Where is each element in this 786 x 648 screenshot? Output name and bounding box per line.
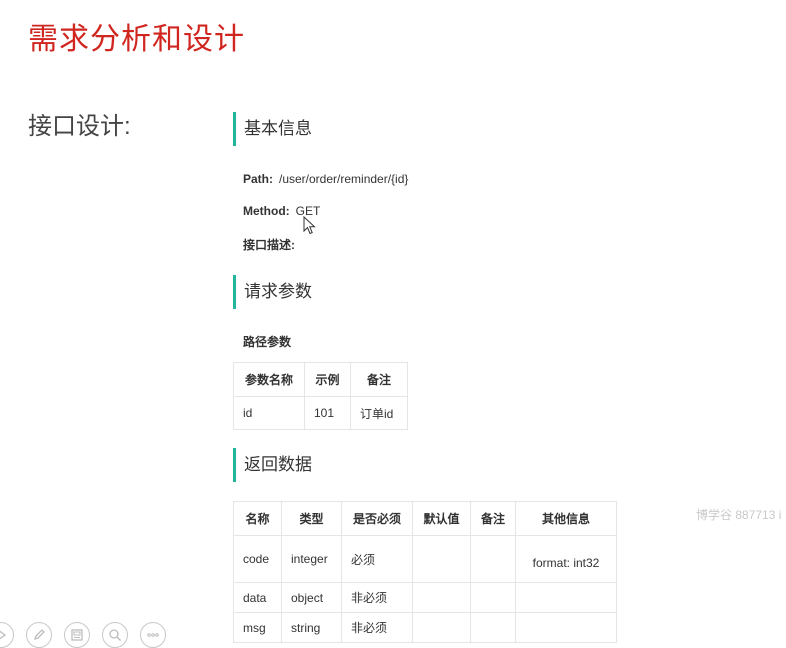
section-label: 接口设计:: [28, 113, 131, 140]
table-header-row: 名称 类型 是否必须 默认值 备注 其他信息: [233, 501, 617, 536]
table-cell: id: [233, 396, 305, 430]
play-icon[interactable]: [0, 622, 14, 648]
path-row: Path: /user/order/reminder/{id}: [243, 172, 408, 186]
column-header: 示例: [304, 362, 351, 397]
request-params-heading: 请求参数: [233, 275, 312, 309]
table-cell: 订单id: [350, 396, 408, 430]
path-params-table: 参数名称 示例 备注 id 101 订单id: [233, 362, 408, 430]
table-cell: 非必须: [341, 612, 413, 643]
mouse-cursor-icon: [303, 216, 316, 235]
table-cell: 非必须: [341, 582, 413, 613]
more-icon[interactable]: [140, 622, 166, 648]
table-cell: 必须: [341, 535, 413, 583]
table-cell: [412, 612, 471, 643]
zoom-icon[interactable]: [102, 622, 128, 648]
response-data-table: 名称 类型 是否必须 默认值 备注 其他信息 code integer 必须 f…: [233, 501, 617, 643]
desc-label: 接口描述:: [243, 238, 295, 252]
table-row: code integer 必须 format: int32: [233, 535, 617, 583]
basic-info-heading: 基本信息: [233, 112, 312, 146]
pen-icon[interactable]: [26, 622, 52, 648]
table-cell: [470, 612, 516, 643]
table-cell: [412, 582, 471, 613]
table-cell: [470, 535, 516, 583]
table-cell: data: [233, 582, 282, 613]
table-cell: [412, 535, 471, 583]
table-cell: 101: [304, 396, 351, 430]
table-cell: object: [281, 582, 342, 613]
column-header: 参数名称: [233, 362, 305, 397]
column-header: 名称: [233, 501, 282, 536]
path-value: /user/order/reminder/{id}: [279, 172, 409, 186]
table-cell: code: [233, 535, 282, 583]
table-row: data object 非必须: [233, 582, 617, 613]
desc-row: 接口描述:: [243, 236, 301, 253]
watermark: 博学谷 887713 i: [696, 508, 782, 522]
path-label: Path:: [243, 172, 273, 186]
column-header: 其他信息: [515, 501, 617, 536]
table-cell: msg: [233, 612, 282, 643]
column-header: 备注: [470, 501, 516, 536]
column-header: 默认值: [412, 501, 471, 536]
method-label: Method:: [243, 204, 290, 218]
table-row: id 101 订单id: [233, 396, 408, 430]
slides-icon[interactable]: [64, 622, 90, 648]
column-header: 类型: [281, 501, 342, 536]
column-header: 是否必须: [341, 501, 413, 536]
table-row: msg string 非必须: [233, 612, 617, 643]
page-title: 需求分析和设计: [28, 23, 245, 56]
table-cell: integer: [281, 535, 342, 583]
table-cell: string: [281, 612, 342, 643]
table-header-row: 参数名称 示例 备注: [233, 362, 408, 397]
path-params-title: 路径参数: [243, 335, 292, 349]
column-header: 备注: [350, 362, 408, 397]
table-cell: [470, 582, 516, 613]
response-data-heading: 返回数据: [233, 448, 312, 482]
table-cell: [515, 582, 617, 613]
table-cell: [515, 612, 617, 643]
table-cell: format: int32: [515, 535, 617, 583]
